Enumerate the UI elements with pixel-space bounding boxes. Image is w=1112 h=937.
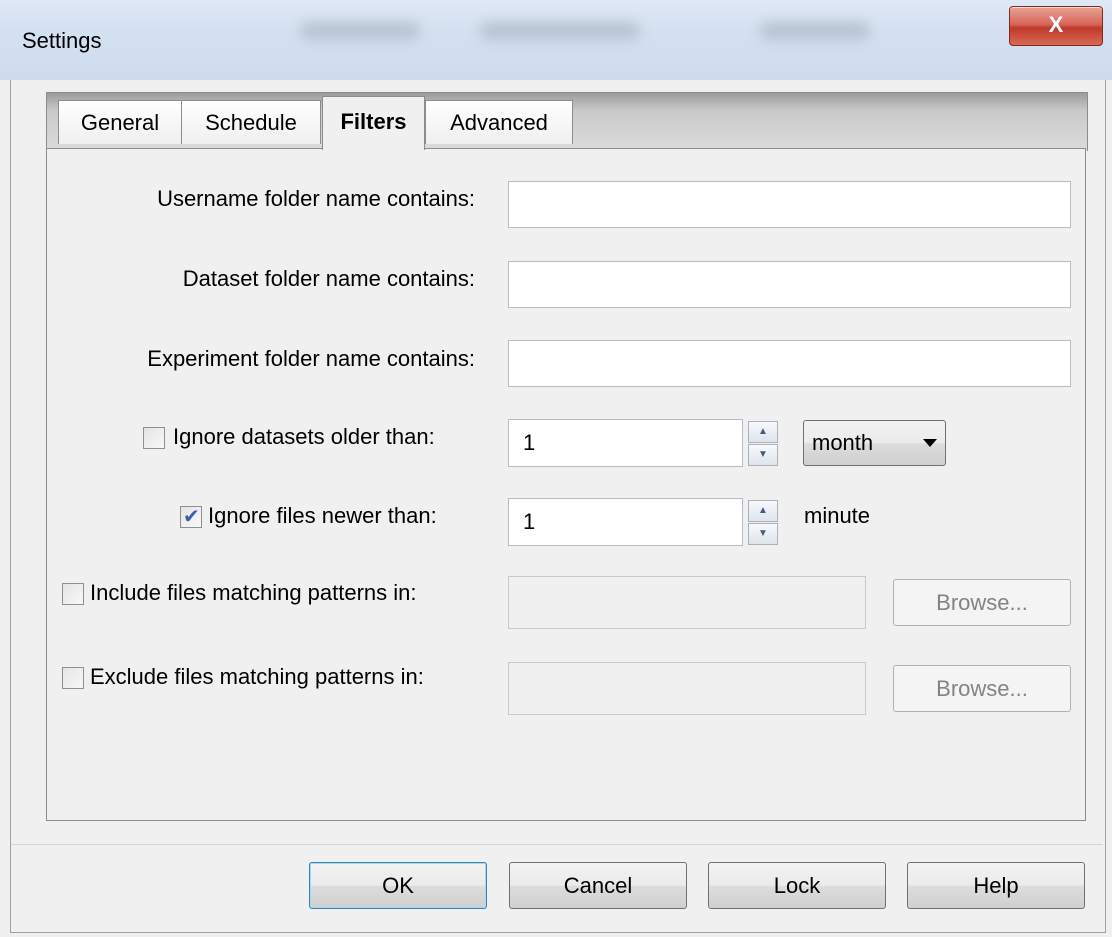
- tab-general[interactable]: General: [58, 100, 182, 144]
- arrow-down-icon: ▼: [758, 528, 768, 539]
- arrow-up-icon: ▲: [758, 505, 768, 516]
- ignore-older-spin-down[interactable]: ▼: [748, 444, 778, 466]
- dataset-filter-input[interactable]: [508, 261, 1071, 308]
- exclude-browse-button[interactable]: Browse...: [893, 665, 1071, 712]
- dataset-filter-label: Dataset folder name contains:: [182, 266, 475, 291]
- window-title: Settings: [22, 28, 102, 53]
- ignore-older-unit-select[interactable]: month: [803, 420, 946, 466]
- close-button[interactable]: X: [1009, 6, 1103, 46]
- close-icon: X: [1048, 12, 1064, 37]
- button-row-separator: [11, 844, 1103, 845]
- ignore-older-checkbox[interactable]: [143, 427, 165, 449]
- lock-button[interactable]: Lock: [708, 862, 886, 909]
- ignore-older-unit-value: month: [812, 430, 874, 455]
- ignore-newer-spin-up[interactable]: ▲: [748, 500, 778, 522]
- dropdown-arrow-icon: [923, 439, 937, 447]
- blurred-background-text: [760, 22, 870, 40]
- include-patterns-input[interactable]: [508, 576, 866, 629]
- cancel-button[interactable]: Cancel: [509, 862, 687, 909]
- exclude-patterns-label: Exclude files matching patterns in:: [90, 664, 424, 689]
- username-filter-input[interactable]: [508, 181, 1071, 228]
- ok-button[interactable]: OK: [309, 862, 487, 909]
- include-patterns-label: Include files matching patterns in:: [90, 580, 417, 605]
- ignore-newer-spin-down[interactable]: ▼: [748, 523, 778, 545]
- tab-advanced[interactable]: Advanced: [425, 100, 573, 144]
- arrow-up-icon: ▲: [758, 426, 768, 437]
- blurred-background-text: [300, 22, 420, 40]
- experiment-filter-input[interactable]: [508, 340, 1071, 387]
- settings-dialog: Settings X General Schedule Filters Adva…: [0, 0, 1112, 937]
- exclude-patterns-checkbox[interactable]: [62, 667, 84, 689]
- tab-schedule[interactable]: Schedule: [181, 100, 321, 144]
- title-bar[interactable]: Settings X: [0, 0, 1112, 80]
- ignore-newer-value-input[interactable]: 1: [508, 498, 743, 546]
- blurred-background-text: [480, 22, 640, 40]
- experiment-filter-label: Experiment folder name contains:: [147, 346, 475, 371]
- ignore-newer-checkbox[interactable]: [180, 504, 202, 529]
- ignore-older-spin-up[interactable]: ▲: [748, 421, 778, 443]
- ignore-newer-label: Ignore files newer than:: [208, 503, 437, 528]
- ignore-older-value-input[interactable]: 1: [508, 419, 743, 467]
- filters-panel: [46, 148, 1086, 821]
- exclude-patterns-input[interactable]: [508, 662, 866, 715]
- ignore-newer-unit: minute: [804, 503, 871, 528]
- ignore-older-label: Ignore datasets older than:: [173, 424, 435, 449]
- include-browse-button[interactable]: Browse...: [893, 579, 1071, 626]
- tab-filters[interactable]: Filters: [322, 96, 425, 150]
- help-button[interactable]: Help: [907, 862, 1085, 909]
- include-patterns-checkbox[interactable]: [62, 583, 84, 605]
- arrow-down-icon: ▼: [758, 449, 768, 460]
- username-filter-label: Username folder name contains:: [157, 186, 475, 211]
